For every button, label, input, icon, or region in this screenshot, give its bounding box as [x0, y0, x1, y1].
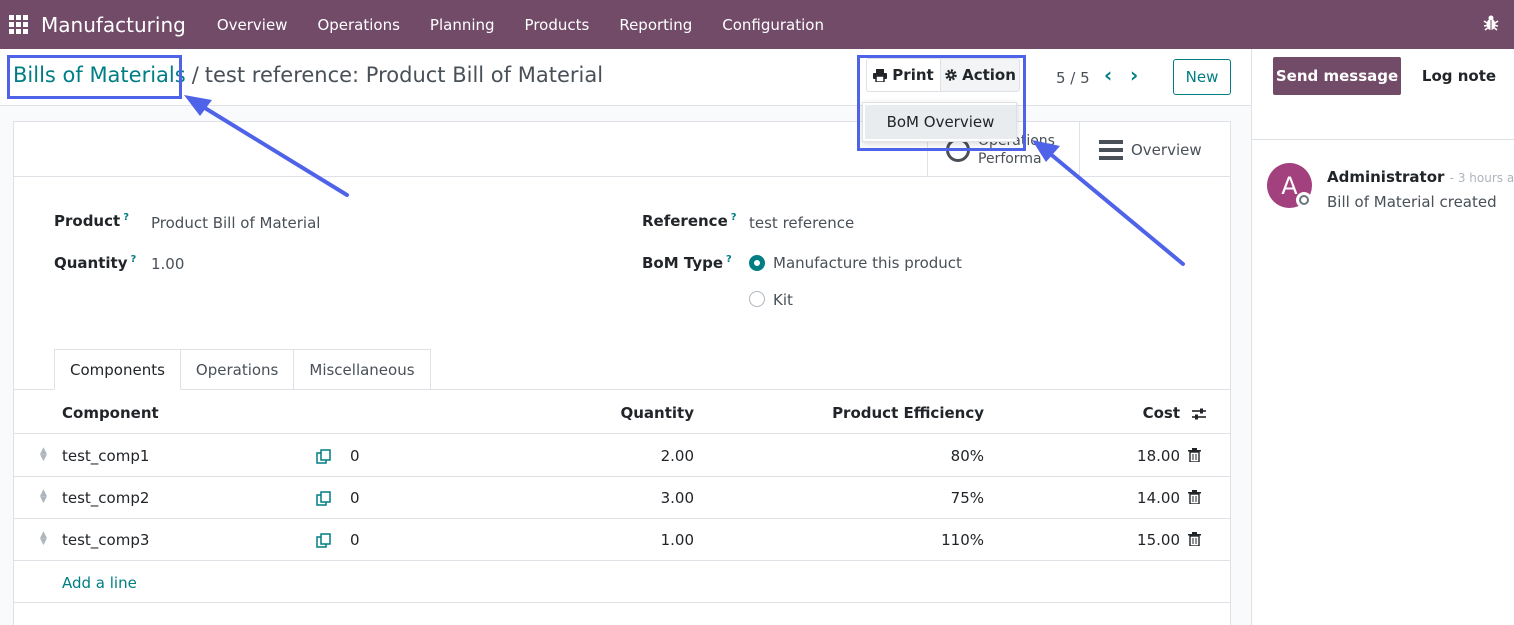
help-icon[interactable]: ?	[731, 212, 737, 223]
component-efficiency[interactable]: 75%	[794, 489, 984, 507]
bug-icon[interactable]	[1482, 14, 1500, 32]
menu-overview[interactable]: Overview	[202, 16, 303, 34]
help-icon[interactable]: ?	[123, 212, 129, 223]
table-bottom-divider	[14, 602, 1230, 603]
send-message-button[interactable]: Send message	[1273, 57, 1401, 95]
menu-planning[interactable]: Planning	[415, 16, 510, 34]
log-note-button[interactable]: Log note	[1414, 57, 1504, 95]
component-quantity[interactable]: 3.00	[584, 489, 694, 507]
pager-value[interactable]: 5 / 5	[1056, 69, 1090, 87]
component-cost[interactable]: 18.00	[1104, 447, 1180, 465]
component-name[interactable]: test_comp2	[62, 489, 149, 507]
overview-label: Overview	[1131, 140, 1202, 159]
component-cost[interactable]: 14.00	[1104, 489, 1180, 507]
chevron-left-icon[interactable]: ‹	[1104, 63, 1112, 87]
component-name[interactable]: test_comp3	[62, 531, 149, 549]
new-button[interactable]: New	[1173, 59, 1231, 95]
tab-miscellaneous[interactable]: Miscellaneous	[294, 349, 431, 390]
column-header-component[interactable]: Component	[62, 404, 159, 422]
trash-icon[interactable]	[1188, 490, 1201, 504]
status-icon	[1296, 192, 1312, 208]
help-icon[interactable]: ?	[131, 254, 137, 265]
drag-handle-icon[interactable]: ▲ ▼	[39, 447, 48, 463]
help-icon[interactable]: ?	[726, 254, 732, 265]
product-label: Product?	[54, 212, 129, 230]
message-time: - 3 hours ago	[1449, 171, 1514, 185]
smart-button-box: Operations Performa Overview	[14, 122, 1230, 177]
product-field[interactable]: Product Bill of Material	[151, 214, 320, 232]
radio-manufacture[interactable]	[749, 255, 765, 271]
app-name[interactable]: Manufacturing	[41, 13, 186, 37]
quantity-label: Quantity?	[54, 254, 137, 272]
optional-columns-icon[interactable]	[1191, 406, 1207, 422]
row-divider	[14, 518, 1230, 519]
chatter-panel: Send message Log note A Administrator - …	[1251, 49, 1514, 625]
message-author: Administrator - 3 hours ago	[1327, 168, 1514, 186]
chevron-right-icon[interactable]: ›	[1130, 63, 1138, 87]
menu-operations[interactable]: Operations	[302, 16, 414, 34]
component-efficiency[interactable]: 80%	[794, 447, 984, 465]
component-count: 0	[350, 489, 360, 507]
breadcrumb-current: test reference: Product Bill of Material	[204, 63, 604, 87]
copy-icon[interactable]	[316, 533, 331, 548]
table-header-divider	[14, 433, 1230, 434]
control-panel: Bills of Materials / test reference: Produ…	[0, 49, 1251, 106]
menu-reporting[interactable]: Reporting	[604, 16, 707, 34]
annotation-highlight-breadcrumb	[7, 55, 182, 99]
add-line-link[interactable]: Add a line	[62, 574, 137, 592]
column-header-cost[interactable]: Cost	[1104, 404, 1180, 422]
menu-products[interactable]: Products	[510, 16, 605, 34]
form-sheet: Operations Performa Overview Product? Pr…	[13, 121, 1231, 625]
column-header-efficiency[interactable]: Product Efficiency	[794, 404, 984, 422]
radio-manufacture-label[interactable]: Manufacture this product	[773, 254, 962, 272]
reference-label: Reference?	[642, 212, 737, 230]
component-quantity[interactable]: 2.00	[584, 447, 694, 465]
reference-field[interactable]: test reference	[749, 214, 854, 232]
chatter-divider	[1252, 139, 1514, 140]
component-count: 0	[350, 447, 360, 465]
row-divider	[14, 560, 1230, 561]
tab-operations[interactable]: Operations	[180, 349, 295, 390]
radio-kit[interactable]	[749, 291, 765, 307]
annotation-highlight-action-menu	[857, 55, 1026, 151]
row-divider	[14, 476, 1230, 477]
drag-handle-icon[interactable]: ▲ ▼	[39, 531, 48, 547]
tab-components[interactable]: Components	[54, 349, 181, 390]
drag-handle-icon[interactable]: ▲ ▼	[39, 489, 48, 505]
component-count: 0	[350, 531, 360, 549]
quantity-field[interactable]: 1.00	[151, 255, 184, 273]
trash-icon[interactable]	[1188, 532, 1201, 546]
column-header-quantity[interactable]: Quantity	[584, 404, 695, 422]
notebook-tabs: Components Operations Miscellaneous	[54, 349, 431, 390]
radio-kit-label[interactable]: Kit	[773, 291, 793, 309]
trash-icon[interactable]	[1188, 448, 1201, 462]
copy-icon[interactable]	[316, 449, 331, 464]
breadcrumb-separator: /	[191, 63, 199, 87]
bars-icon	[1099, 139, 1123, 160]
component-cost[interactable]: 15.00	[1104, 531, 1180, 549]
component-quantity[interactable]: 1.00	[584, 531, 694, 549]
overview-button[interactable]: Overview	[1079, 122, 1230, 177]
copy-icon[interactable]	[316, 491, 331, 506]
performance-label: Performa	[978, 150, 1042, 167]
component-efficiency[interactable]: 110%	[794, 531, 984, 549]
bom-type-label: BoM Type?	[642, 254, 732, 272]
message-body: Bill of Material created	[1327, 193, 1497, 211]
component-name[interactable]: test_comp1	[62, 447, 149, 465]
app-grid-icon[interactable]	[9, 15, 28, 34]
top-navbar: Manufacturing Overview Operations Planni…	[0, 0, 1514, 49]
menu-configuration[interactable]: Configuration	[707, 16, 839, 34]
